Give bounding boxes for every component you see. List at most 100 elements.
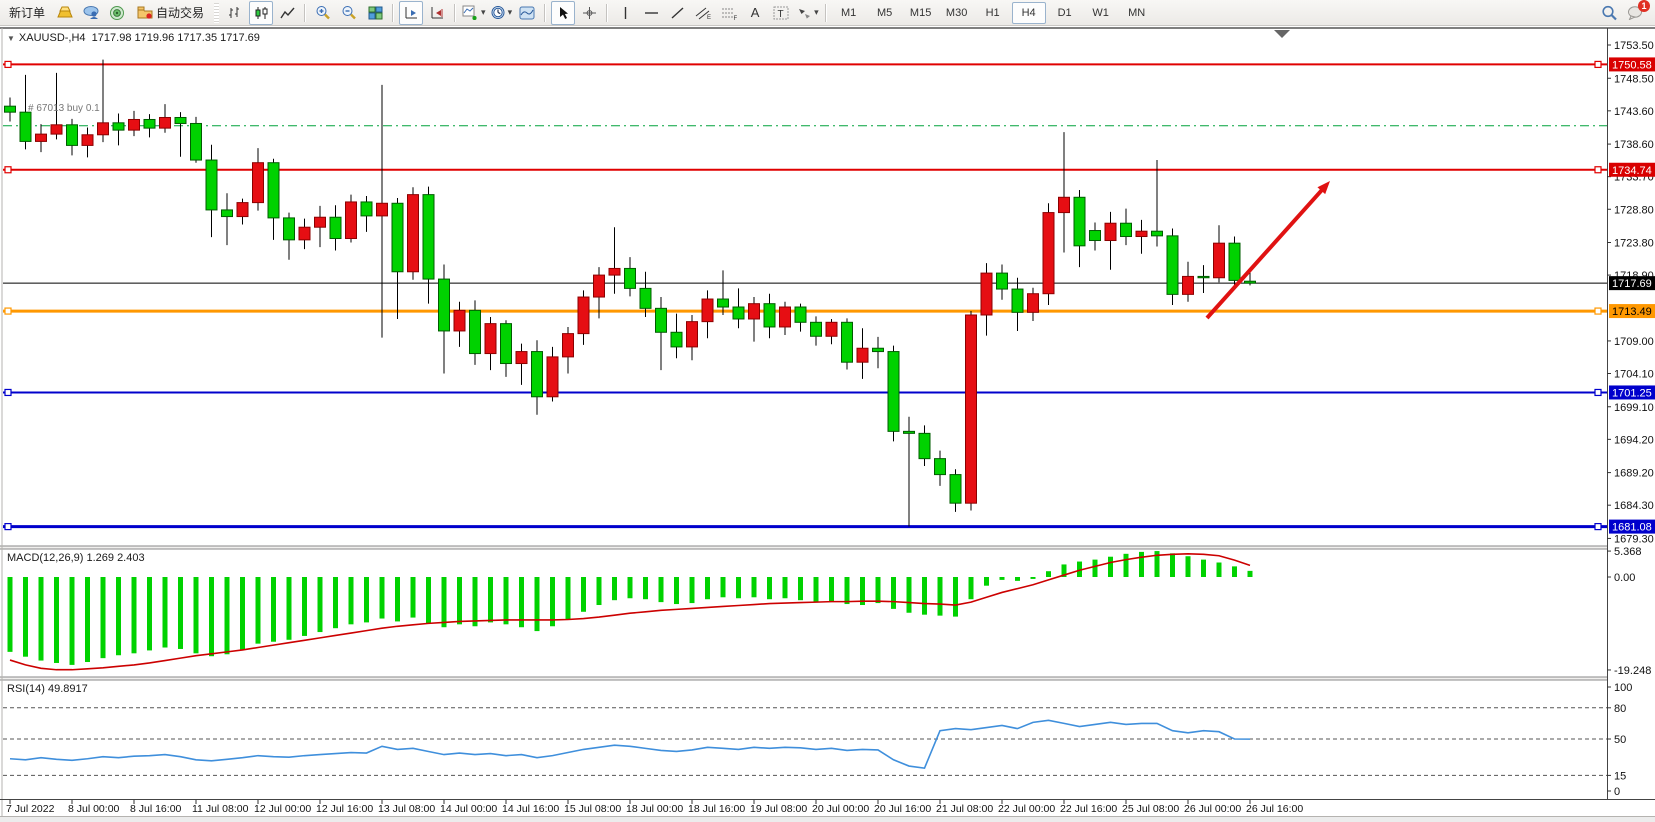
line-handle[interactable] <box>5 389 11 395</box>
line-handle[interactable] <box>1595 167 1601 173</box>
zoom-out-icon[interactable] <box>337 1 361 25</box>
line-handle[interactable] <box>1595 389 1601 395</box>
macd-histogram-bar <box>287 577 292 640</box>
date-scale-area[interactable] <box>0 800 1655 816</box>
timeframe-button-m15[interactable]: M15 <box>904 2 938 24</box>
timeframe-button-d1[interactable]: D1 <box>1048 2 1082 24</box>
line-handle[interactable] <box>5 61 11 67</box>
notifications-icon[interactable]: 1 <box>1623 1 1647 25</box>
line-handle[interactable] <box>5 167 11 173</box>
candle-body <box>1245 281 1256 283</box>
candle <box>842 318 853 369</box>
vertical-line-tool-icon[interactable] <box>613 1 637 25</box>
main-plot-area[interactable] <box>3 28 1607 546</box>
macd-histogram-bar <box>612 577 617 600</box>
dropdown-arrow-icon: ▾ <box>481 7 486 18</box>
macd-histogram-bar <box>504 577 509 624</box>
macd-histogram-bar <box>829 577 834 601</box>
candle-body <box>485 324 496 354</box>
line-handle[interactable] <box>1595 308 1601 314</box>
timeframe-button-m1[interactable]: M1 <box>832 2 866 24</box>
indicators-icon[interactable]: ▾ <box>461 1 487 25</box>
svg-text:E: E <box>707 15 711 20</box>
macd-histogram-bar <box>473 577 478 626</box>
chart-title: ▼XAUUSD-,H4 1717.98 1719.96 1717.35 1717… <box>7 32 260 44</box>
macd-histogram-bar <box>845 577 850 604</box>
text-label-tool-icon[interactable]: T <box>769 1 793 25</box>
candle-body <box>1229 243 1240 280</box>
new-order-button[interactable]: 新订单 <box>3 2 51 24</box>
macd-histogram-bar <box>411 577 416 618</box>
toolbar-separator <box>392 4 394 22</box>
candle-body <box>1043 213 1054 294</box>
equidistant-channel-tool-icon[interactable]: E <box>691 1 715 25</box>
candle <box>966 311 977 511</box>
line-handle[interactable] <box>5 524 11 530</box>
cursor-tool-icon[interactable] <box>551 1 575 25</box>
macd-indicator-label: MACD(12,26,9) 1.269 2.403 <box>7 552 145 564</box>
macd-histogram-bar <box>271 577 276 642</box>
candle-body <box>160 117 171 128</box>
timeframe-button-mn[interactable]: MN <box>1120 2 1154 24</box>
candle <box>191 117 202 163</box>
fibonacci-tool-icon[interactable]: F <box>717 1 741 25</box>
periods-clock-icon[interactable]: ▾ <box>489 1 514 25</box>
timeframe-button-m30[interactable]: M30 <box>940 2 974 24</box>
chart-shift-icon[interactable] <box>425 1 449 25</box>
timeframe-button-h4[interactable]: H4 <box>1012 2 1046 24</box>
candle-body <box>51 125 62 134</box>
candle-body <box>237 203 248 217</box>
search-icon[interactable] <box>1597 1 1621 25</box>
line-handle[interactable] <box>5 308 11 314</box>
templates-icon[interactable] <box>515 1 539 25</box>
signals-icon[interactable] <box>105 1 129 25</box>
candle <box>346 195 357 243</box>
crosshair-tool-icon[interactable] <box>577 1 601 25</box>
line-chart-type-icon[interactable] <box>275 1 299 25</box>
dropdown-arrow-icon: ▾ <box>814 7 819 18</box>
candle-body <box>702 299 713 322</box>
arrows-shapes-tool-icon[interactable]: ▾ <box>795 1 820 25</box>
macd-histogram-bar <box>302 577 307 636</box>
macd-histogram-bar <box>163 577 168 648</box>
macd-histogram-bar <box>23 577 28 657</box>
candle-body <box>284 218 295 240</box>
candlestick-chart-type-icon[interactable] <box>249 1 273 25</box>
macd-histogram-bar <box>194 577 199 653</box>
bar-chart-type-icon[interactable] <box>223 1 247 25</box>
account-cloud-icon[interactable] <box>79 1 103 25</box>
candle-body <box>594 275 605 297</box>
auto-scroll-icon[interactable] <box>399 1 423 25</box>
macd-histogram-bar <box>364 577 369 622</box>
text-tool-icon[interactable]: A <box>743 1 767 25</box>
macd-histogram-bar <box>907 577 912 613</box>
auto-trading-button[interactable]: 自动交易 <box>131 1 210 25</box>
toolbar-separator <box>454 4 456 22</box>
price-scale-area[interactable] <box>1608 29 1655 799</box>
deposit-icon[interactable] <box>53 1 77 25</box>
macd-histogram-bar <box>1015 577 1020 581</box>
candle-body <box>966 315 977 503</box>
candle-body <box>439 279 450 331</box>
timeframe-button-m5[interactable]: M5 <box>868 2 902 24</box>
zoom-in-icon[interactable] <box>311 1 335 25</box>
macd-histogram-bar <box>1217 563 1222 577</box>
candle <box>888 346 899 442</box>
candle-body <box>1074 197 1085 246</box>
timeframe-button-h1[interactable]: H1 <box>976 2 1010 24</box>
candle-body <box>857 348 868 362</box>
candle-body <box>656 308 667 332</box>
line-handle[interactable] <box>1595 61 1601 67</box>
macd-histogram-bar <box>442 577 447 627</box>
candle <box>1043 203 1054 305</box>
candle-body <box>36 134 47 141</box>
timeframe-button-w1[interactable]: W1 <box>1084 2 1118 24</box>
horizontal-line-tool-icon[interactable] <box>639 1 663 25</box>
one-click-trading-arrow-icon[interactable]: ▼ <box>7 34 15 43</box>
trendline-tool-icon[interactable] <box>665 1 689 25</box>
line-handle[interactable] <box>1595 524 1601 530</box>
candle-body <box>764 304 775 327</box>
tile-windows-icon[interactable] <box>363 1 387 25</box>
macd-histogram-bar <box>767 577 772 599</box>
macd-histogram-bar <box>628 577 633 598</box>
